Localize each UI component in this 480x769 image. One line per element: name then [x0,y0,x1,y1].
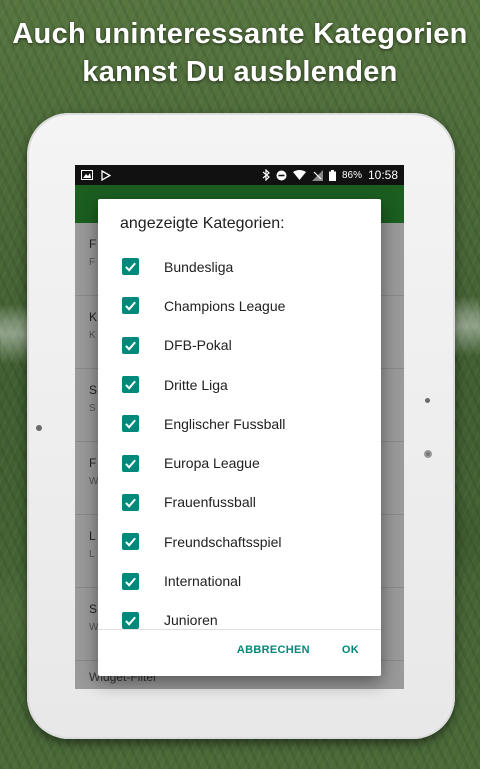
checkbox-checked-icon[interactable] [122,611,139,629]
checkbox-checked-icon[interactable] [122,336,139,354]
wifi-icon [292,170,306,180]
dialog-title: angezeigte Kategorien: [120,215,285,232]
categories-dialog: angezeigte Kategorien: Bundesliga Champi… [98,199,381,676]
play-store-icon [101,169,111,181]
checkbox-checked-icon[interactable] [122,258,139,276]
category-label: Bundesliga [164,258,234,275]
dialog-buttons: ABBRECHEN OK [237,644,359,656]
battery-percent: 86% [341,169,362,181]
category-label: International [164,573,242,590]
clock: 10:58 [367,168,398,182]
category-label: Junioren [164,612,218,629]
dialog-divider [98,629,381,630]
checkbox-checked-icon[interactable] [122,297,139,315]
battery-icon [328,169,336,181]
category-item[interactable]: Junioren [98,601,381,630]
checkbox-checked-icon[interactable] [122,493,139,511]
checkbox-checked-icon[interactable] [122,415,139,433]
checkbox-checked-icon[interactable] [122,572,139,590]
signal-icon [311,169,323,181]
tablet-button-dot [424,450,432,458]
bluetooth-icon [262,169,270,181]
ok-button[interactable]: OK [342,644,359,656]
cancel-button[interactable]: ABBRECHEN [237,644,310,656]
category-item[interactable]: DFB-Pokal [98,326,381,365]
category-label: Champions League [164,297,286,314]
category-label: DFB-Pokal [164,337,232,354]
checkbox-checked-icon[interactable] [122,376,139,394]
category-item[interactable]: Frauenfussball [98,483,381,522]
category-item[interactable]: Freundschaftsspiel [98,522,381,561]
image-icon [81,170,93,180]
category-item[interactable]: Europa League [98,443,381,482]
category-list: Bundesliga Champions League DFB-Pokal Dr… [98,247,381,630]
tablet-camera-dot [36,425,42,431]
category-label: Dritte Liga [164,376,228,393]
category-item[interactable]: Bundesliga [98,247,381,286]
headline-line-1: Auch uninteressante Kategorien [12,18,468,50]
status-bar: 86% 10:58 [75,165,404,185]
category-label: Freundschaftsspiel [164,533,282,550]
category-label: Europa League [164,455,260,472]
checkbox-checked-icon[interactable] [122,454,139,472]
category-item[interactable]: Englischer Fussball [98,404,381,443]
category-item[interactable]: International [98,561,381,600]
category-label: Frauenfussball [164,494,256,511]
category-label: Englischer Fussball [164,415,286,432]
category-item[interactable]: Dritte Liga [98,365,381,404]
category-item[interactable]: Champions League [98,286,381,325]
tablet-sensor-dot [425,398,430,403]
headline-line-2: kannst Du ausblenden [82,56,398,88]
checkbox-checked-icon[interactable] [122,533,139,551]
do-not-disturb-icon [276,170,287,180]
